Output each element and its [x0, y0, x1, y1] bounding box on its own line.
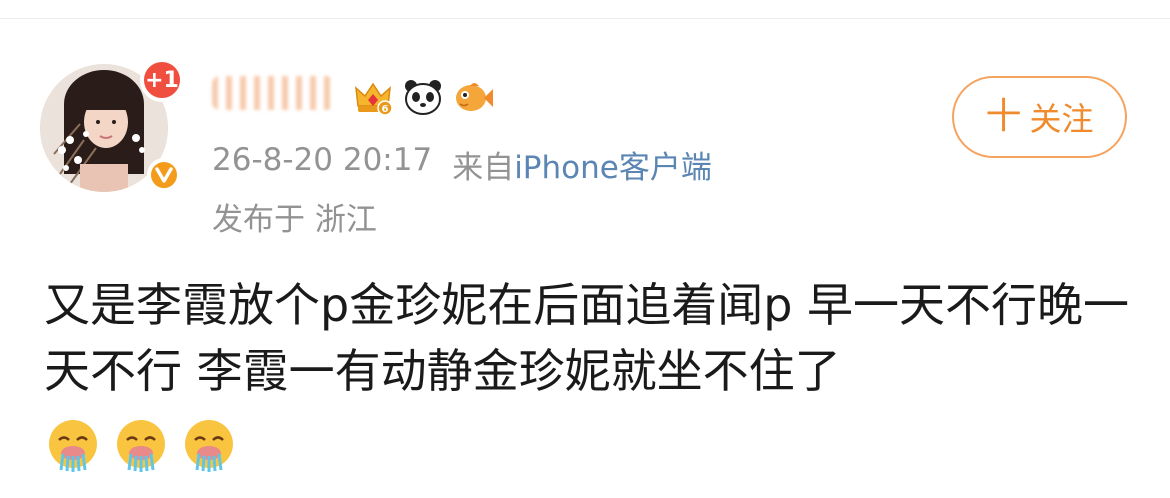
avatar-group[interactable]: +1 — [40, 58, 184, 192]
emoji-row — [46, 418, 236, 472]
follow-label: 关注 — [1029, 100, 1094, 138]
vomit-emoji-icon — [117, 420, 165, 472]
crown-level-6-badge-icon[interactable]: 6 — [352, 76, 394, 118]
fish-badge-icon[interactable] — [452, 76, 494, 118]
post-source: 来自iPhone客户端 — [452, 142, 712, 187]
vomit-emoji-icon — [49, 420, 97, 472]
post-content: 又是李霞放个p金珍妮在后面追着闻p 早一天不行晚一天不行 李霞一有动静金珍妮就坐… — [44, 278, 1130, 398]
username[interactable] — [212, 70, 342, 116]
post-meta: 26-8-20 20:17 来自iPhone客户端 — [212, 142, 712, 187]
panda-badge-icon[interactable] — [402, 76, 444, 118]
user-badges: 6 — [352, 76, 494, 118]
verified-v-icon — [147, 158, 181, 192]
vomit-emoji-icon — [185, 420, 233, 472]
post-timestamp[interactable]: 26-8-20 20:17 — [212, 142, 432, 187]
plus-icon: 十 — [985, 96, 1022, 137]
source-prefix: 来自 — [452, 150, 515, 186]
top-divider — [0, 0, 1170, 19]
source-link[interactable]: iPhone客户端 — [514, 150, 712, 186]
post-location: 发布于 浙江 — [212, 202, 377, 238]
follow-button[interactable]: 十 关注 — [952, 76, 1127, 158]
follower-count-badge: +1 — [140, 58, 184, 102]
username-redacted — [212, 76, 334, 110]
svg-text:6: 6 — [382, 104, 389, 115]
